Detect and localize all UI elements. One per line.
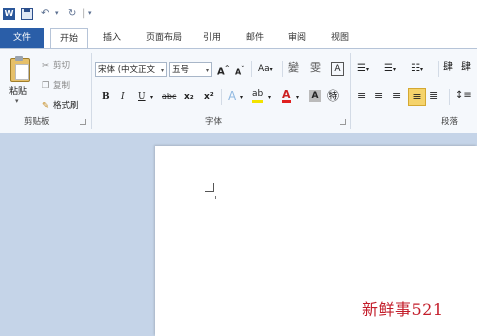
- divider: [449, 89, 450, 105]
- bullets-button[interactable]: ☰▾: [357, 62, 369, 77]
- font-name-value: 宋体 (中文正文: [98, 65, 156, 75]
- font-size-field[interactable]: 五号 ▾: [169, 62, 212, 77]
- underline-button[interactable]: U: [138, 90, 146, 104]
- font-color-dropdown-icon[interactable]: ▾: [296, 91, 299, 105]
- text-effects-button[interactable]: A: [228, 89, 236, 103]
- clipboard-group-label: 剪贴板: [24, 117, 50, 127]
- strikethrough-button[interactable]: abc: [162, 90, 176, 104]
- font-group-label: 字体: [205, 117, 223, 127]
- format-painter-label: 格式刷: [53, 101, 79, 111]
- align-left-button[interactable]: ≡: [357, 89, 366, 103]
- tab-view[interactable]: 视图: [325, 28, 355, 48]
- shrink-font-button[interactable]: Aˇ: [235, 63, 244, 80]
- justify-button[interactable]: ≡: [408, 88, 426, 106]
- divider: [221, 89, 222, 105]
- decrease-indent-button[interactable]: 肆: [443, 61, 453, 75]
- chevron-down-icon: ▾: [160, 67, 164, 74]
- tab-home[interactable]: 开始: [50, 28, 88, 49]
- numbering-button[interactable]: ☰▾: [384, 62, 396, 77]
- divider: [282, 61, 283, 77]
- font-name-field[interactable]: 宋体 (中文正文 ▾: [95, 62, 167, 77]
- character-shading-button[interactable]: A: [309, 90, 321, 102]
- undo-dropdown-icon[interactable]: ▾: [55, 9, 59, 17]
- multilevel-list-button[interactable]: ☷▾: [411, 62, 423, 77]
- enclose-characters-button[interactable]: ㊕: [327, 89, 339, 103]
- italic-button[interactable]: I: [121, 90, 125, 104]
- paste-dropdown-icon[interactable]: ▾: [15, 97, 19, 105]
- font-color-button[interactable]: A: [282, 89, 291, 103]
- quick-access-toolbar: W ↶ ▾ ↻ | ▾: [0, 0, 477, 26]
- group-divider: [350, 53, 351, 129]
- paste-button[interactable]: 粘贴: [9, 84, 27, 97]
- bold-button[interactable]: B: [102, 90, 110, 104]
- subscript-button[interactable]: x₂: [184, 90, 194, 104]
- ribbon-home: 粘贴 ▾ ✂ 剪切 ❐ 复制 ✎ 格式刷 剪贴板 宋体 (中文正文 ▾ 五号 ▾ A^…: [0, 48, 477, 134]
- tab-references[interactable]: 引用: [197, 28, 227, 48]
- scissors-icon: ✂: [41, 61, 50, 71]
- watermark: 新鲜事521: [362, 300, 444, 319]
- tab-page-layout[interactable]: 页面布局: [139, 28, 189, 48]
- group-divider: [91, 53, 92, 129]
- font-size-value: 五号: [172, 65, 190, 75]
- align-center-button[interactable]: ≡: [374, 89, 383, 103]
- paragraph-group-label: 段落: [441, 117, 459, 127]
- save-icon[interactable]: [21, 8, 33, 20]
- increase-indent-button[interactable]: 肆: [461, 61, 471, 75]
- copy-button[interactable]: ❐ 复制: [41, 79, 70, 91]
- undo-icon[interactable]: ↶: [41, 8, 49, 19]
- cut-label: 剪切: [53, 61, 71, 71]
- character-border-button[interactable]: A: [331, 62, 344, 76]
- grow-font-label: A: [217, 66, 225, 78]
- word-logo-icon[interactable]: W: [3, 8, 15, 20]
- text-caret: [215, 196, 216, 199]
- qat-separator: |: [82, 8, 86, 19]
- copy-icon: ❐: [41, 81, 50, 91]
- phonetic-guide-button[interactable]: 雯: [310, 61, 321, 75]
- brush-icon: ✎: [41, 101, 50, 111]
- paste-icon[interactable]: [10, 56, 30, 82]
- tab-insert[interactable]: 插入: [97, 28, 127, 48]
- clipboard-launcher-icon[interactable]: [80, 119, 86, 125]
- highlight-button[interactable]: ab: [252, 89, 264, 103]
- margin-marker: [213, 183, 214, 192]
- change-case-button[interactable]: Aa▾: [258, 62, 273, 77]
- font-launcher-icon[interactable]: [340, 119, 346, 125]
- grow-font-button[interactable]: A^: [217, 62, 230, 79]
- format-painter-button[interactable]: ✎ 格式刷: [41, 99, 79, 111]
- redo-icon[interactable]: ↻: [68, 8, 76, 19]
- tab-mailings[interactable]: 邮件: [240, 28, 270, 48]
- align-right-button[interactable]: ≡: [392, 89, 401, 103]
- underline-dropdown-icon[interactable]: ▾: [150, 91, 153, 105]
- divider: [438, 61, 439, 77]
- distributed-button[interactable]: ≣: [429, 89, 438, 103]
- cut-button[interactable]: ✂ 剪切: [41, 59, 70, 71]
- superscript-button[interactable]: x²: [204, 90, 214, 104]
- clear-format-button[interactable]: 變: [288, 61, 299, 75]
- tab-file[interactable]: 文件: [0, 28, 44, 48]
- change-case-label: Aa: [258, 64, 270, 74]
- chevron-down-icon: ▾: [205, 67, 209, 74]
- highlight-dropdown-icon[interactable]: ▾: [268, 91, 271, 105]
- tab-review[interactable]: 审阅: [282, 28, 312, 48]
- divider: [251, 61, 252, 77]
- customize-qat-icon[interactable]: ▾: [88, 9, 92, 17]
- text-effects-dropdown-icon[interactable]: ▾: [240, 91, 243, 105]
- copy-label: 复制: [53, 81, 71, 91]
- ribbon-tabs: 文件 开始 插入 页面布局 引用 邮件 审阅 视图: [0, 26, 477, 49]
- line-spacing-button[interactable]: ↕≡: [455, 89, 472, 103]
